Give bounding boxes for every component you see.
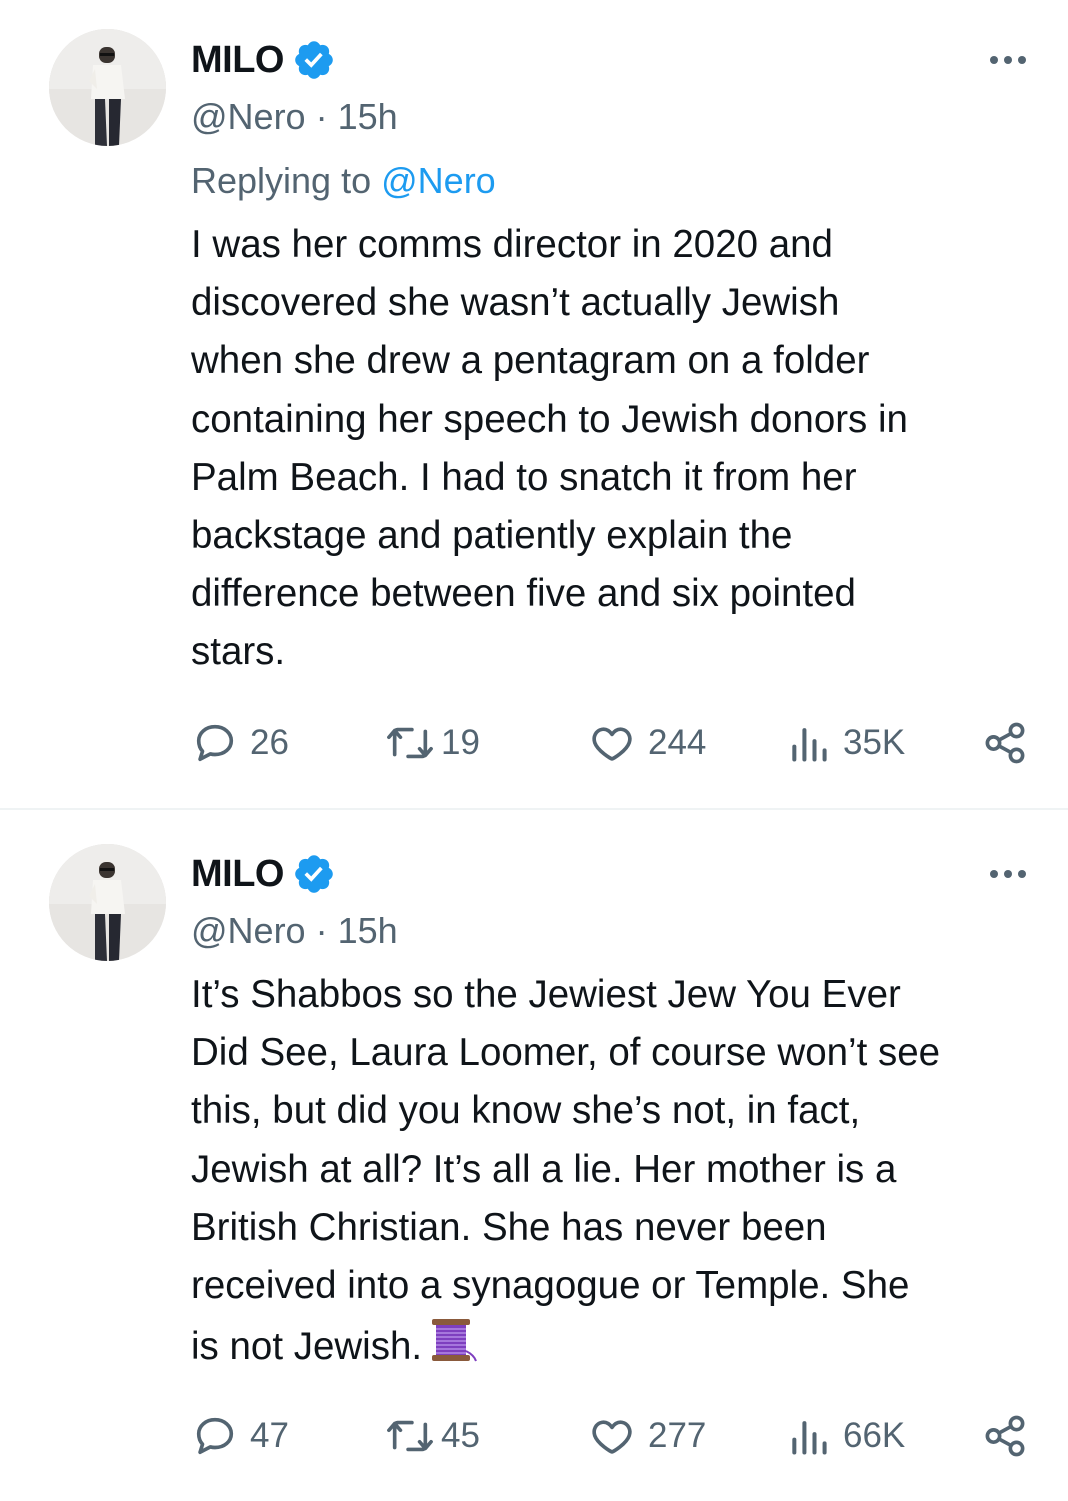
replying-to: Replying to @Nero [191,160,496,202]
timestamp[interactable]: 15h [338,910,398,951]
action-bar: 47 45 277 66K [0,1413,1068,1463]
like-button[interactable]: 277 [588,1413,706,1459]
author-name-row[interactable]: MILO [191,852,336,896]
tweet[interactable]: MILO @Nero · 15h Replying to @Nero I was h… [0,0,1068,810]
timestamp[interactable]: 15h [338,96,398,137]
replying-prefix: Replying to [191,160,372,201]
tweet-text: It’s Shabbos so the Jewiest Jew You Ever… [191,966,1041,1376]
like-icon [592,727,632,761]
reply-count: 47 [250,1416,289,1455]
retweet-button[interactable]: 45 [385,1413,480,1459]
like-icon [592,1420,632,1454]
replying-mention[interactable]: @Nero [381,160,496,201]
author-name[interactable]: MILO [191,39,284,82]
share-icon [985,722,1025,764]
thread-spool-icon [432,1319,478,1362]
like-count: 277 [648,1416,707,1455]
reply-icon [196,724,234,762]
retweet-count: 45 [441,1416,480,1455]
views-button[interactable]: 35K [787,720,905,766]
like-button[interactable]: 244 [588,720,706,766]
tweet-text: I was her comms director in 2020 and dis… [191,223,908,674]
like-count: 244 [648,723,707,762]
reply-count: 26 [250,723,289,762]
handle-row: @Nero · 15h [191,96,398,138]
retweet-count: 19 [441,723,480,762]
view-count: 35K [843,723,906,762]
handle-row: @Nero · 15h [191,910,398,952]
separator: · [315,96,328,137]
tweet[interactable]: MILO @Nero · 15h It’s Shabbos so the Jewie… [0,810,1068,1501]
more-icon[interactable] [990,870,1026,878]
author-name[interactable]: MILO [191,853,284,896]
verified-badge-icon [295,855,333,893]
action-bar: 26 19 244 35K [0,720,1068,770]
view-count: 66K [843,1416,906,1455]
author-handle[interactable]: @Nero [191,910,306,951]
reply-button[interactable]: 26 [192,720,289,766]
retweet-icon [387,1420,433,1452]
retweet-icon [387,727,433,759]
reply-button[interactable]: 47 [192,1413,289,1459]
reply-icon [196,1417,234,1455]
share-icon [985,1415,1025,1457]
more-icon[interactable] [990,56,1026,64]
author-handle[interactable]: @Nero [191,96,306,137]
share-button[interactable] [982,1413,1028,1459]
share-button[interactable] [982,720,1028,766]
author-name-row[interactable]: MILO [191,38,336,82]
verified-badge-icon [295,41,333,79]
retweet-button[interactable]: 19 [385,720,480,766]
avatar[interactable] [49,29,166,146]
views-icon [792,728,827,762]
tweet-text-content: It’s Shabbos so the Jewiest Jew You Ever… [191,973,941,1369]
views-button[interactable]: 66K [787,1413,905,1459]
separator: · [315,910,328,951]
avatar[interactable] [49,844,166,961]
views-icon [792,1421,827,1455]
